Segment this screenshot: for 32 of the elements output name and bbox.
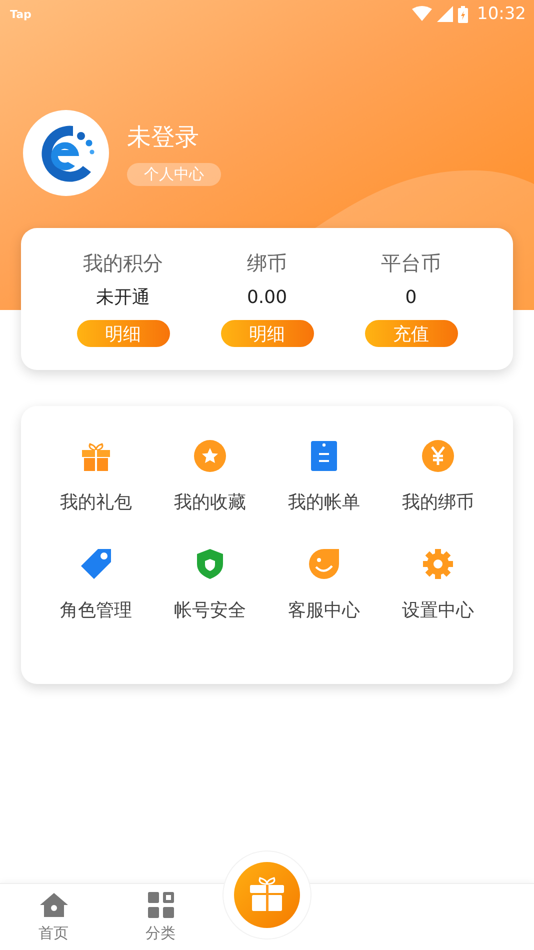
yen-icon[interactable] — [422, 440, 454, 472]
gear-icon[interactable] — [422, 548, 454, 580]
nav-tab[interactable]: 分类 — [107, 884, 214, 950]
clipboard-icon[interactable] — [308, 440, 340, 472]
gift-icon[interactable] — [80, 440, 112, 472]
balance-label: 我的积分 — [83, 250, 163, 276]
menu-label[interactable]: 我的帐单 — [288, 490, 360, 514]
smiley-icon[interactable] — [308, 548, 340, 580]
balance-label: 平台币 — [381, 250, 441, 276]
shield-icon[interactable] — [194, 548, 226, 580]
menu-label[interactable]: 我的礼包 — [60, 490, 132, 514]
nav-tab[interactable]: 首页 — [0, 884, 107, 950]
signal-icon — [437, 6, 453, 22]
menu-label[interactable]: 我的绑币 — [402, 490, 474, 514]
gift-center-button[interactable] — [222, 850, 312, 940]
carrier-label: Tap — [10, 8, 32, 20]
wifi-icon — [412, 6, 432, 22]
balance-value: 未开通 — [96, 286, 150, 310]
menu-label[interactable]: 设置中心 — [402, 598, 474, 622]
menu-label[interactable]: 我的收藏 — [174, 490, 246, 514]
battery-icon — [458, 6, 468, 22]
menu-label[interactable]: 角色管理 — [60, 598, 132, 622]
user-name: 未登录 — [127, 122, 199, 152]
balance-label: 绑币 — [247, 250, 287, 276]
menu-label[interactable]: 客服中心 — [288, 598, 360, 622]
grid-icon — [148, 892, 174, 918]
home-icon — [40, 892, 68, 918]
clock-time: 10:32 — [477, 4, 526, 24]
menu-label[interactable]: 帐号安全 — [174, 598, 246, 622]
balance-value: 0 — [405, 286, 417, 310]
tag-icon[interactable] — [80, 548, 112, 580]
balance-value: 0.00 — [246, 286, 288, 310]
